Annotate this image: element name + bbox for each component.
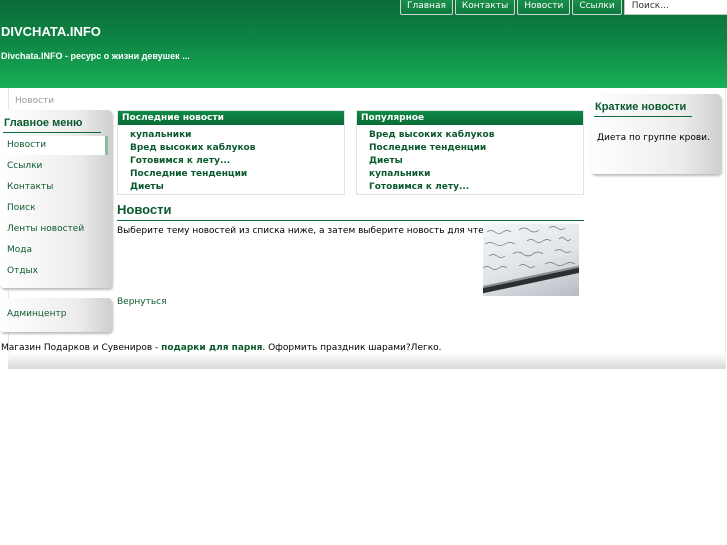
latest-news-item[interactable]: купальники — [130, 129, 344, 142]
latest-news-title: Последние новости — [118, 111, 344, 125]
main-menu-divider — [3, 132, 101, 133]
main-menu-title: Главное меню — [4, 117, 83, 129]
topnav-item-home[interactable]: Главная — [400, 0, 453, 15]
topnav-item-contacts[interactable]: Контакты — [454, 0, 516, 15]
popular-item[interactable]: Вред высоких каблуков — [369, 129, 583, 142]
handwriting-image — [483, 226, 579, 294]
popular-item[interactable]: Диеты — [369, 155, 583, 168]
footer-prefix: Магазин Подарков и Сувениров - — [1, 343, 162, 353]
site-slogan: Divchata.INFO - ресурс о жизни девушек .… — [1, 51, 190, 61]
latest-news-box: Последние новости купальники Вред высоки… — [117, 110, 345, 195]
brief-news-panel: Краткие новости Диета по группе крови. — [591, 94, 721, 174]
menu-item-leisure[interactable]: Отдых — [2, 262, 108, 281]
popular-item[interactable]: Готовимся к лету... — [369, 181, 583, 194]
brief-news-divider — [594, 116, 692, 117]
popular-item[interactable]: купальники — [369, 168, 583, 181]
footer-link[interactable]: подарки для парня — [161, 343, 262, 353]
topnav-item-news[interactable]: Новости — [517, 0, 571, 15]
popular-box: Популярное Вред высоких каблуков Последн… — [356, 110, 584, 195]
search-input[interactable]: Поиск... — [623, 0, 727, 15]
admin-center-link[interactable]: Админцентр — [7, 309, 66, 319]
news-category-image — [483, 224, 579, 296]
main-menu-panel: Главное меню Новости Ссылки Контакты Пои… — [0, 110, 112, 288]
breadcrumb: Новости — [15, 96, 55, 106]
page-title-divider — [117, 220, 584, 221]
content-wrapper-footer — [8, 353, 726, 369]
popular-item[interactable]: Последние тенденции — [369, 142, 583, 155]
menu-item-news[interactable]: Новости — [2, 136, 108, 155]
latest-news-item[interactable]: Готовимся к лету... — [130, 155, 344, 168]
brief-news-title: Краткие новости — [595, 101, 687, 113]
menu-item-fashion[interactable]: Мода — [2, 241, 108, 260]
brief-news-text: Диета по группе крови. — [597, 133, 710, 143]
latest-news-item[interactable]: Вред высоких каблуков — [130, 142, 344, 155]
topnav-item-links[interactable]: Ссылки — [572, 0, 622, 15]
menu-item-search[interactable]: Поиск — [2, 199, 108, 218]
popular-title: Популярное — [357, 111, 583, 125]
admin-panel: Админцентр — [0, 298, 112, 332]
content-description: Выберите тему новостей из списка ниже, а… — [117, 226, 504, 236]
site-title[interactable]: DIVCHATA.INFO — [1, 24, 101, 39]
menu-item-news-feeds[interactable]: Ленты новостей — [2, 220, 108, 239]
page-title: Новости — [117, 202, 172, 217]
back-link[interactable]: Вернуться — [117, 297, 167, 307]
menu-item-links[interactable]: Ссылки — [2, 157, 108, 176]
footer-text: Магазин Подарков и Сувениров - подарки д… — [1, 343, 442, 353]
latest-news-item[interactable]: Последние тенденции — [130, 168, 344, 181]
latest-news-item[interactable]: Диеты — [130, 181, 344, 194]
footer-suffix: . Оформить праздник шарами?Легко. — [262, 343, 442, 353]
menu-item-contacts[interactable]: Контакты — [2, 178, 108, 197]
top-navigation: Главная Контакты Новости Ссылки Поиск... — [400, 0, 727, 15]
